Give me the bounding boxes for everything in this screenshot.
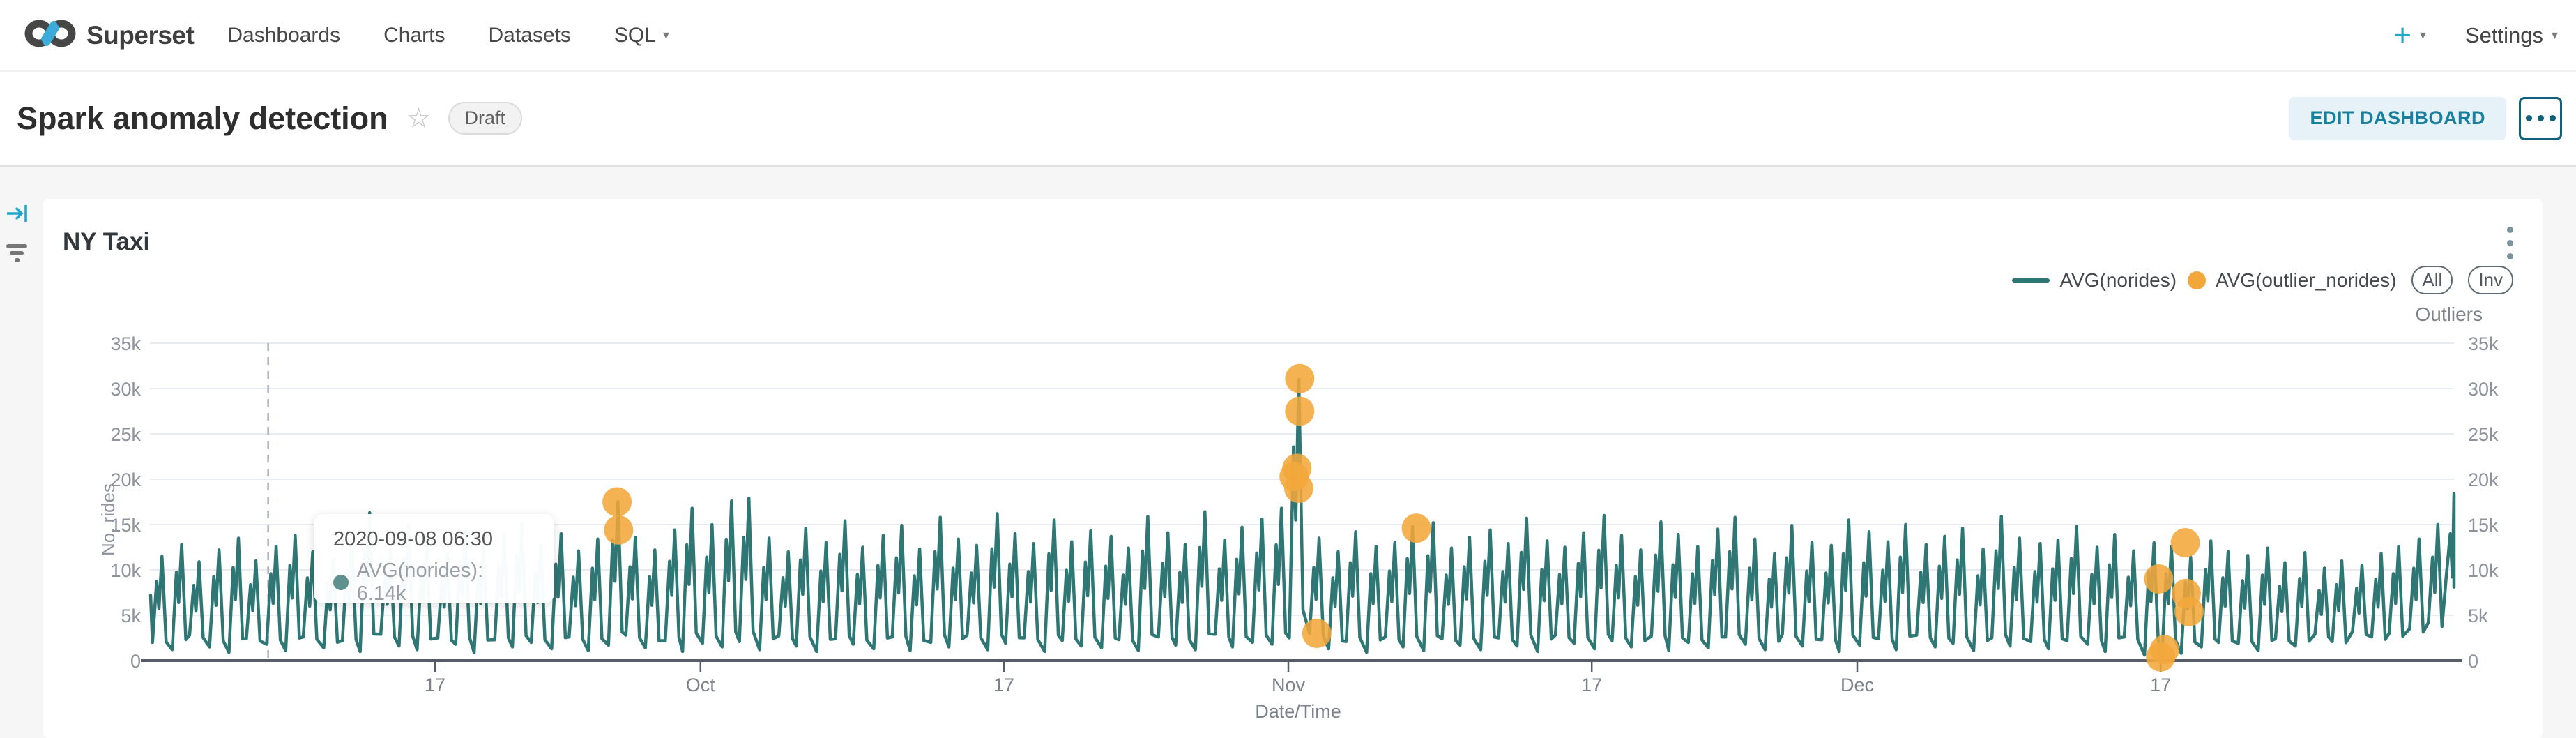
- x-axis-tick-label: 17: [425, 675, 445, 695]
- tooltip-value: AVG(norides): 6.14k: [357, 559, 535, 605]
- outlier-point[interactable]: [1284, 474, 1313, 503]
- chart-tooltip: 2020-09-08 06:30 AVG(norides): 6.14k: [314, 514, 554, 603]
- nav-item-sql[interactable]: SQL ▾: [614, 24, 669, 47]
- dashboard-body: NY Taxi AVG(norides) AVG(outlier_norides…: [0, 167, 2576, 738]
- nav-item-datasets[interactable]: Datasets: [488, 24, 570, 47]
- x-axis-tick-label: 17: [2150, 675, 2171, 695]
- x-axis-tick-label: Nov: [1272, 675, 1306, 695]
- legend-label: AVG(outlier_norides): [2216, 269, 2396, 292]
- y-axis-tick-label: 25k: [110, 424, 141, 445]
- favorite-star-icon[interactable]: ☆: [406, 103, 432, 135]
- y-axis-right-tick-label: 5k: [2468, 605, 2488, 626]
- y-axis-right-tick-label: 35k: [2468, 333, 2499, 354]
- legend-item-avg-norides[interactable]: AVG(norides): [2012, 269, 2177, 292]
- y-axis-tick-label: 30k: [110, 379, 141, 400]
- circle-swatch-icon: [2188, 271, 2206, 289]
- outlier-point[interactable]: [1285, 364, 1314, 393]
- chart-legend: AVG(norides) AVG(outlier_norides) All In…: [2012, 266, 2513, 294]
- x-axis-title: Date/Time: [1255, 701, 1341, 722]
- superset-brand[interactable]: Superset: [24, 18, 194, 52]
- edit-dashboard-button[interactable]: EDIT DASHBOARD: [2289, 97, 2506, 140]
- plus-icon: +: [2393, 20, 2411, 51]
- legend-inv-button[interactable]: Inv: [2468, 266, 2513, 294]
- filter-bar-collapsed: [0, 167, 43, 738]
- brand-name: Superset: [86, 21, 194, 50]
- outlier-point[interactable]: [602, 488, 632, 517]
- page-title: Spark anomaly detection: [17, 100, 388, 137]
- y-axis-right-tick-label: 20k: [2468, 469, 2499, 490]
- outlier-point[interactable]: [604, 515, 633, 545]
- chart-title: NY Taxi: [63, 228, 150, 256]
- chart-card-ny-taxi: NY Taxi AVG(norides) AVG(outlier_norides…: [43, 199, 2543, 738]
- status-badge: Draft: [448, 102, 523, 135]
- legend-label: AVG(norides): [2059, 269, 2177, 292]
- y-axis-tick-label: 5k: [121, 605, 141, 626]
- outlier-point[interactable]: [1302, 619, 1332, 648]
- series-dot-icon: [333, 575, 349, 590]
- filter-icon[interactable]: [4, 242, 32, 268]
- chevron-down-icon: ▾: [663, 28, 669, 43]
- dashboard-more-button[interactable]: [2519, 97, 2562, 140]
- chevron-down-icon: ▾: [2420, 28, 2426, 43]
- settings-label: Settings: [2465, 23, 2543, 48]
- x-axis-tick-label: Dec: [1840, 675, 1874, 695]
- outlier-point[interactable]: [2171, 528, 2200, 557]
- line-swatch-icon: [2012, 278, 2050, 283]
- new-item-button[interactable]: + ▾: [2393, 20, 2426, 51]
- y-axis-right-tick-label: 15k: [2468, 515, 2499, 536]
- nav-item-dashboards[interactable]: Dashboards: [227, 24, 340, 47]
- outlier-point[interactable]: [2174, 597, 2204, 626]
- superset-logo-icon: [24, 18, 77, 52]
- legend-all-button[interactable]: All: [2411, 266, 2453, 294]
- expand-filter-bar-icon[interactable]: [6, 203, 31, 227]
- y-axis-right-tick-label: 25k: [2468, 424, 2499, 445]
- y-axis-right-tick-label: 30k: [2468, 379, 2499, 400]
- outlier-point[interactable]: [1285, 397, 1314, 426]
- y-axis-title: No. rides: [98, 483, 119, 556]
- nav-item-charts[interactable]: Charts: [383, 24, 445, 47]
- y-axis-tick-label: 0: [130, 651, 141, 672]
- y-axis-right-tick-label: 0: [2468, 651, 2478, 672]
- tooltip-datetime: 2020-09-08 06:30: [333, 528, 535, 551]
- nav-item-sql-label: SQL: [614, 24, 656, 47]
- y-axis-tick-label: 10k: [110, 560, 141, 581]
- y-axis-right-tick-label: 10k: [2468, 560, 2499, 581]
- header-actions: EDIT DASHBOARD: [2289, 97, 2562, 140]
- chevron-down-icon: ▾: [2552, 28, 2558, 43]
- nav-menu: Dashboards Charts Datasets SQL ▾: [227, 24, 669, 47]
- top-navbar: Superset Dashboards Charts Datasets SQL …: [0, 0, 2576, 72]
- x-axis-tick-label: Oct: [686, 675, 716, 695]
- y-axis-tick-label: 35k: [110, 333, 141, 354]
- dashboard-header: Spark anomaly detection ☆ Draft EDIT DAS…: [0, 72, 2576, 167]
- outlier-point[interactable]: [2144, 564, 2173, 594]
- chart-more-icon[interactable]: [2504, 224, 2516, 262]
- legend-item-avg-outlier-norides[interactable]: AVG(outlier_norides): [2188, 269, 2396, 292]
- navbar-right: + ▾ Settings ▾: [2393, 20, 2558, 51]
- x-axis-tick-label: 17: [1581, 675, 1602, 695]
- settings-menu[interactable]: Settings ▾: [2465, 23, 2558, 48]
- x-axis-tick-label: 17: [993, 675, 1014, 695]
- outlier-point[interactable]: [1402, 513, 1431, 543]
- outlier-point[interactable]: [2150, 635, 2179, 664]
